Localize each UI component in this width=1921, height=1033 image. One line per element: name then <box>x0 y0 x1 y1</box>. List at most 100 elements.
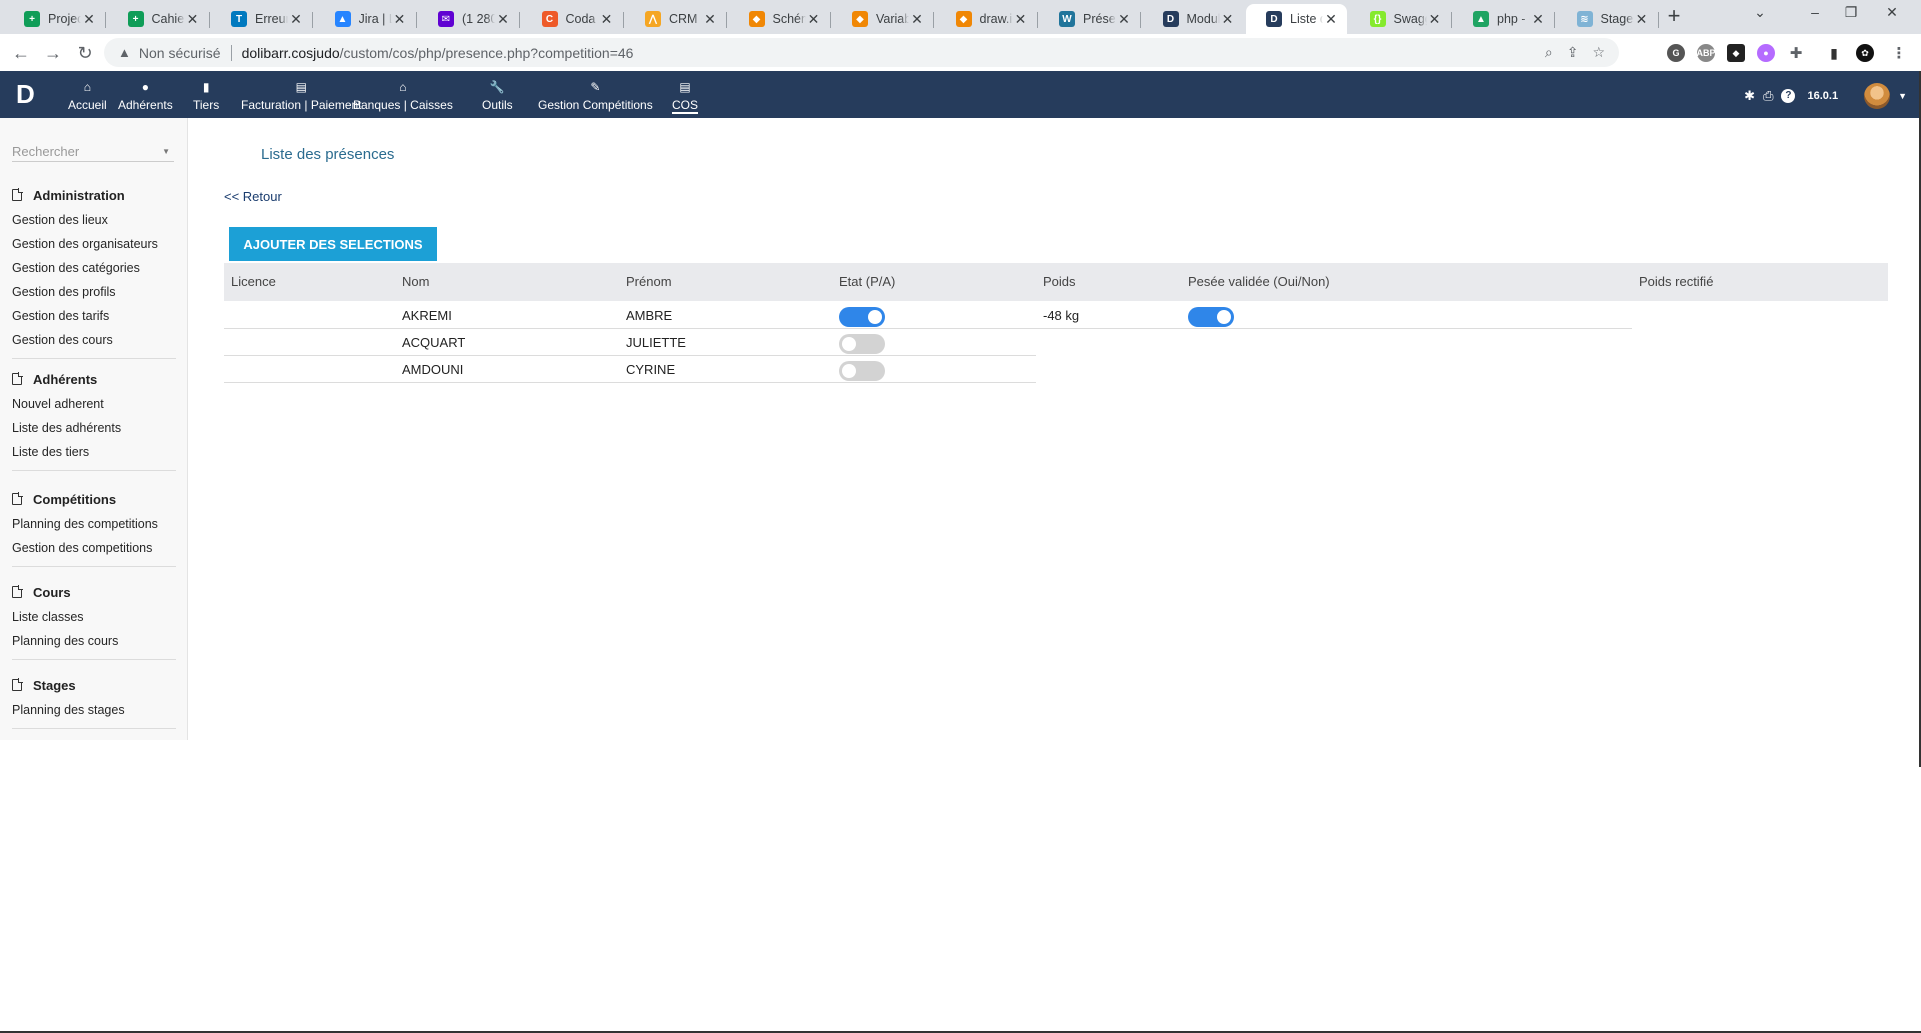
menu-item[interactable]: Gestion des tarifs <box>12 304 176 328</box>
dolibarr-logo[interactable]: D <box>16 81 40 107</box>
browser-tab[interactable]: D Liste d✕ <box>1246 4 1347 34</box>
close-tab-icon[interactable]: ✕ <box>909 11 925 28</box>
close-tab-icon[interactable]: ✕ <box>288 11 304 28</box>
tab-label: Stages <box>1600 12 1634 26</box>
menu-section: Adhérents Nouvel adherent Liste des adhére… <box>12 370 176 471</box>
close-tab-icon[interactable]: ✕ <box>495 11 511 28</box>
presence-toggle[interactable] <box>839 334 885 354</box>
reload-icon[interactable]: ↻ <box>73 41 97 65</box>
browser-tab[interactable]: + Cahier✕ <box>108 4 210 34</box>
new-tab-button[interactable]: + <box>1663 5 1685 28</box>
menu-item[interactable]: Planning des competitions <box>12 512 176 536</box>
close-tab-icon[interactable]: ✕ <box>1013 11 1029 28</box>
profile-avatar-icon[interactable]: ✿ <box>1856 44 1874 62</box>
extension-color-icon[interactable]: ● <box>1757 44 1775 62</box>
presence-toggle[interactable] <box>839 361 885 381</box>
browser-tab[interactable]: W Présent✕ <box>1039 4 1141 34</box>
forward-arrow-icon[interactable]: → <box>41 41 65 65</box>
menu-item[interactable]: Planning des cours <box>12 629 176 653</box>
menu-section-header[interactable]: Cours <box>12 583 176 601</box>
browser-tab[interactable]: ▲ Jira | Lo✕ <box>315 4 417 34</box>
back-arrow-icon[interactable]: ← <box>9 41 33 65</box>
extension-grammarly-icon[interactable]: G <box>1667 44 1685 62</box>
building-icon: ▮ <box>202 80 210 94</box>
sidepanel-icon[interactable]: ▮ <box>1825 44 1843 62</box>
user-dropdown-chevron-icon[interactable]: ▼ <box>1898 91 1907 101</box>
menu-section-header[interactable]: Administration <box>12 186 176 204</box>
top-menu-cos[interactable]: ▤ COS <box>672 80 699 114</box>
bug-icon[interactable]: ✱ <box>1744 88 1755 104</box>
tab-search-icon[interactable]: ⌄ <box>1745 4 1775 21</box>
top-menu-adh-rents[interactable]: ● Adhérents <box>118 80 173 112</box>
top-menu-outils[interactable]: 🔧 Outils <box>482 80 513 112</box>
close-tab-icon[interactable]: ✕ <box>1634 11 1650 28</box>
menu-item[interactable]: Gestion des organisateurs <box>12 232 176 256</box>
menu-section-header[interactable]: Compétitions <box>12 490 176 508</box>
menu-item[interactable]: Planning des stages <box>12 698 176 722</box>
top-menu-banques-caisses[interactable]: ⌂ Banques | Caisses <box>353 80 453 112</box>
tab-favicon-icon: T <box>231 11 247 27</box>
menu-item[interactable]: Nouvel adherent <box>12 392 176 416</box>
browser-tab[interactable]: ◆ Variabl✕ <box>832 4 934 34</box>
help-icon[interactable]: ? <box>1781 89 1796 103</box>
share-icon[interactable]: ⇪ <box>1567 44 1579 61</box>
close-tab-icon[interactable]: ✕ <box>392 11 408 28</box>
close-window-icon[interactable]: ✕ <box>1877 4 1907 21</box>
close-tab-icon[interactable]: ✕ <box>185 11 201 28</box>
close-tab-icon[interactable]: ✕ <box>1323 11 1339 28</box>
zoom-icon[interactable]: ⌕ <box>1545 44 1553 61</box>
browser-tab[interactable]: ◆ Schéma✕ <box>729 4 831 34</box>
browser-tab[interactable]: ◆ draw.io✕ <box>936 4 1038 34</box>
browser-tab[interactable]: ⋀ CRM C✕ <box>625 4 727 34</box>
presence-toggle[interactable] <box>839 307 885 327</box>
menu-item[interactable]: Gestion des profils <box>12 280 176 304</box>
tab-favicon-icon: ⋀ <box>645 11 661 27</box>
extension-metamask-icon[interactable]: ◆ <box>1727 44 1745 62</box>
browser-tab[interactable]: C Coda | ✕ <box>522 4 624 34</box>
browser-tab[interactable]: ✉ (1 280 n✕ <box>418 4 520 34</box>
search-select[interactable]: Rechercher ▼ <box>12 142 174 162</box>
browser-tab[interactable]: + Project✕ <box>4 4 106 34</box>
address-bar[interactable]: ▲ Non sécurisé dolibarr.cosjudo /custom/… <box>104 38 1619 67</box>
top-menu-facturation-paiement[interactable]: ▤ Facturation | Paiement <box>241 80 362 112</box>
browser-tab[interactable]: D Modul ✕ <box>1143 4 1244 34</box>
menu-section-header[interactable]: Stages <box>12 676 176 694</box>
close-tab-icon[interactable]: ✕ <box>1116 11 1132 28</box>
bookmark-star-icon[interactable]: ☆ <box>1592 44 1605 61</box>
close-tab-icon[interactable]: ✕ <box>1530 11 1546 28</box>
browser-menu-icon[interactable]: ⋮ <box>1890 44 1908 62</box>
top-menu-gestion-comp-titions[interactable]: ✎ Gestion Compétitions <box>538 80 653 112</box>
close-tab-icon[interactable]: ✕ <box>81 11 97 28</box>
close-tab-icon[interactable]: ✕ <box>806 11 822 28</box>
user-avatar[interactable] <box>1864 83 1891 109</box>
extensions-puzzle-icon[interactable]: ✚ <box>1787 44 1805 62</box>
toggle-knob <box>1217 310 1231 324</box>
browser-tab[interactable]: ≋ Stages✕ <box>1557 4 1659 34</box>
restore-icon[interactable]: ❐ <box>1836 4 1866 21</box>
menu-item[interactable]: Liste des adhérents <box>12 416 176 440</box>
close-tab-icon[interactable]: ✕ <box>1427 11 1443 28</box>
browser-tab[interactable]: {} Swagg✕ <box>1350 4 1452 34</box>
close-tab-icon[interactable]: ✕ <box>599 11 615 28</box>
section-divider <box>12 470 176 471</box>
close-tab-icon[interactable]: ✕ <box>1220 11 1236 28</box>
extension-adblock-icon[interactable]: ABP <box>1697 44 1716 62</box>
browser-tab[interactable]: T Erreur ✕ <box>211 4 313 34</box>
top-menu-accueil[interactable]: ⌂ Accueil <box>68 80 107 112</box>
minimize-icon[interactable]: – <box>1800 4 1830 20</box>
weighin-validated-toggle[interactable] <box>1188 307 1234 327</box>
back-link[interactable]: << Retour <box>224 189 282 204</box>
menu-item[interactable]: Liste des tiers <box>12 440 176 464</box>
print-icon[interactable]: ⎙ <box>1763 88 1773 104</box>
close-tab-icon[interactable]: ✕ <box>702 11 718 28</box>
menu-item[interactable]: Gestion des catégories <box>12 256 176 280</box>
top-menu-tiers[interactable]: ▮ Tiers <box>193 80 219 112</box>
menu-section-header[interactable]: Adhérents <box>12 370 176 388</box>
add-selections-button[interactable]: AJOUTER DES SELECTIONS <box>229 227 437 261</box>
tab-separator <box>415 12 417 28</box>
menu-item[interactable]: Gestion des lieux <box>12 208 176 232</box>
menu-item[interactable]: Liste classes <box>12 605 176 629</box>
menu-item[interactable]: Gestion des cours <box>12 328 176 352</box>
menu-item[interactable]: Gestion des competitions <box>12 536 176 560</box>
browser-tab[interactable]: ▲ php - G✕ <box>1453 4 1555 34</box>
